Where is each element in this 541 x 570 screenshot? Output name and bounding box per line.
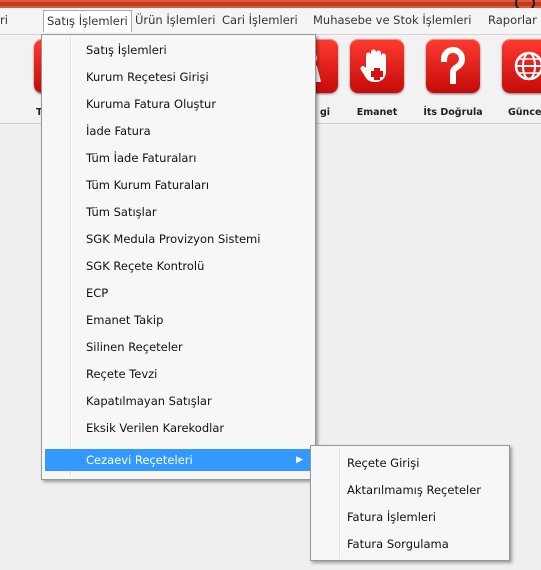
menu-item-satis-islemleri[interactable]: Satış İşlemleri (43, 10, 132, 32)
menu-item-tum-iade-faturalari[interactable]: Tüm İade Faturaları (45, 147, 311, 169)
menu-item-kuruma-fatura-olustur[interactable]: Kuruma Fatura Oluştur (45, 93, 311, 115)
menu-item-satis-islemleri-sub[interactable]: Satış İşlemleri (45, 39, 311, 61)
menu-item-kapatilmayan-satislar[interactable]: Kapatılmayan Satışlar (45, 390, 311, 412)
dropdown-satis-islemleri: Satış İşlemleri Kurum Reçetesi Girişi Ku… (41, 34, 316, 480)
menu-item-cari-islemleri[interactable]: Cari İşlemleri (222, 13, 298, 27)
toolbar-button-label: Emanet (356, 107, 398, 118)
menu-item-emanet-takip[interactable]: Emanet Takip (45, 309, 311, 331)
title-bar-strip (0, 0, 541, 8)
submenu-arrow-icon: ▶ (296, 455, 303, 465)
menu-item-eksik-verilen-karekodlar[interactable]: Eksik Verilen Karekodlar (45, 417, 311, 439)
menu-item-sgk-recete-kontrolu[interactable]: SGK Reçete Kontrolü (45, 255, 311, 277)
submenu-item-fatura-islemleri[interactable]: Fatura İşlemleri (314, 506, 506, 528)
question-icon (426, 39, 480, 93)
toolbar-button-its-dogrula[interactable]: İts Doğrula (420, 37, 486, 119)
submenu-item-aktarilmamis-receteler[interactable]: Aktarılmamış Reçeteler (314, 479, 506, 501)
menu-item-muhasebe-stok[interactable]: Muhasebe ve Stok İşlemleri (313, 13, 471, 27)
hand-icon (350, 39, 404, 93)
menu-item-cezaevi-receteleri[interactable]: Cezaevi Reçeteleri ▶ (45, 449, 311, 471)
menu-item-ecp[interactable]: ECP (45, 282, 311, 304)
toolbar-button-label: gi (319, 107, 330, 118)
toolbar-button-label: İts Doğrula (423, 107, 483, 118)
globe-icon (502, 39, 541, 93)
menu-item-iade-fatura[interactable]: İade Fatura (45, 120, 311, 142)
menu-item-raporlar[interactable]: Raporlar (488, 13, 537, 27)
menu-bar: ri Satış İşlemleri Ürün İşlemleri Cari İ… (0, 8, 541, 35)
toolbar-button-label: Günce (508, 107, 541, 118)
menu-item-urun-islemleri[interactable]: Ürün İşlemleri (135, 13, 215, 27)
menu-item-recete-tevzi[interactable]: Reçete Tevzi (45, 363, 311, 385)
toolbar-button-guncelle[interactable]: Günce (496, 37, 541, 119)
submenu-cezaevi-receteleri: Reçete Girişi Aktarılmamış Reçeteler Fat… (310, 445, 510, 561)
menu-item-tum-satislar[interactable]: Tüm Satışlar (45, 201, 311, 223)
menu-item-sgk-medula-provizyon[interactable]: SGK Medula Provizyon Sistemi (45, 228, 311, 250)
submenu-item-recete-girisi[interactable]: Reçete Girişi (314, 452, 506, 474)
menu-item-tum-kurum-faturalari[interactable]: Tüm Kurum Faturaları (45, 174, 311, 196)
submenu-item-fatura-sorgulama[interactable]: Fatura Sorgulama (314, 533, 506, 555)
menu-item-partial[interactable]: ri (0, 13, 8, 27)
menu-item-kurum-recetesi-girisi[interactable]: Kurum Reçetesi Girişi (45, 66, 311, 88)
menu-item-silinen-receteler[interactable]: Silinen Reçeteler (45, 336, 311, 358)
toolbar-button-emanet[interactable]: Emanet (344, 37, 410, 119)
menu-item-label: Cezaevi Reçeteleri (86, 453, 193, 467)
